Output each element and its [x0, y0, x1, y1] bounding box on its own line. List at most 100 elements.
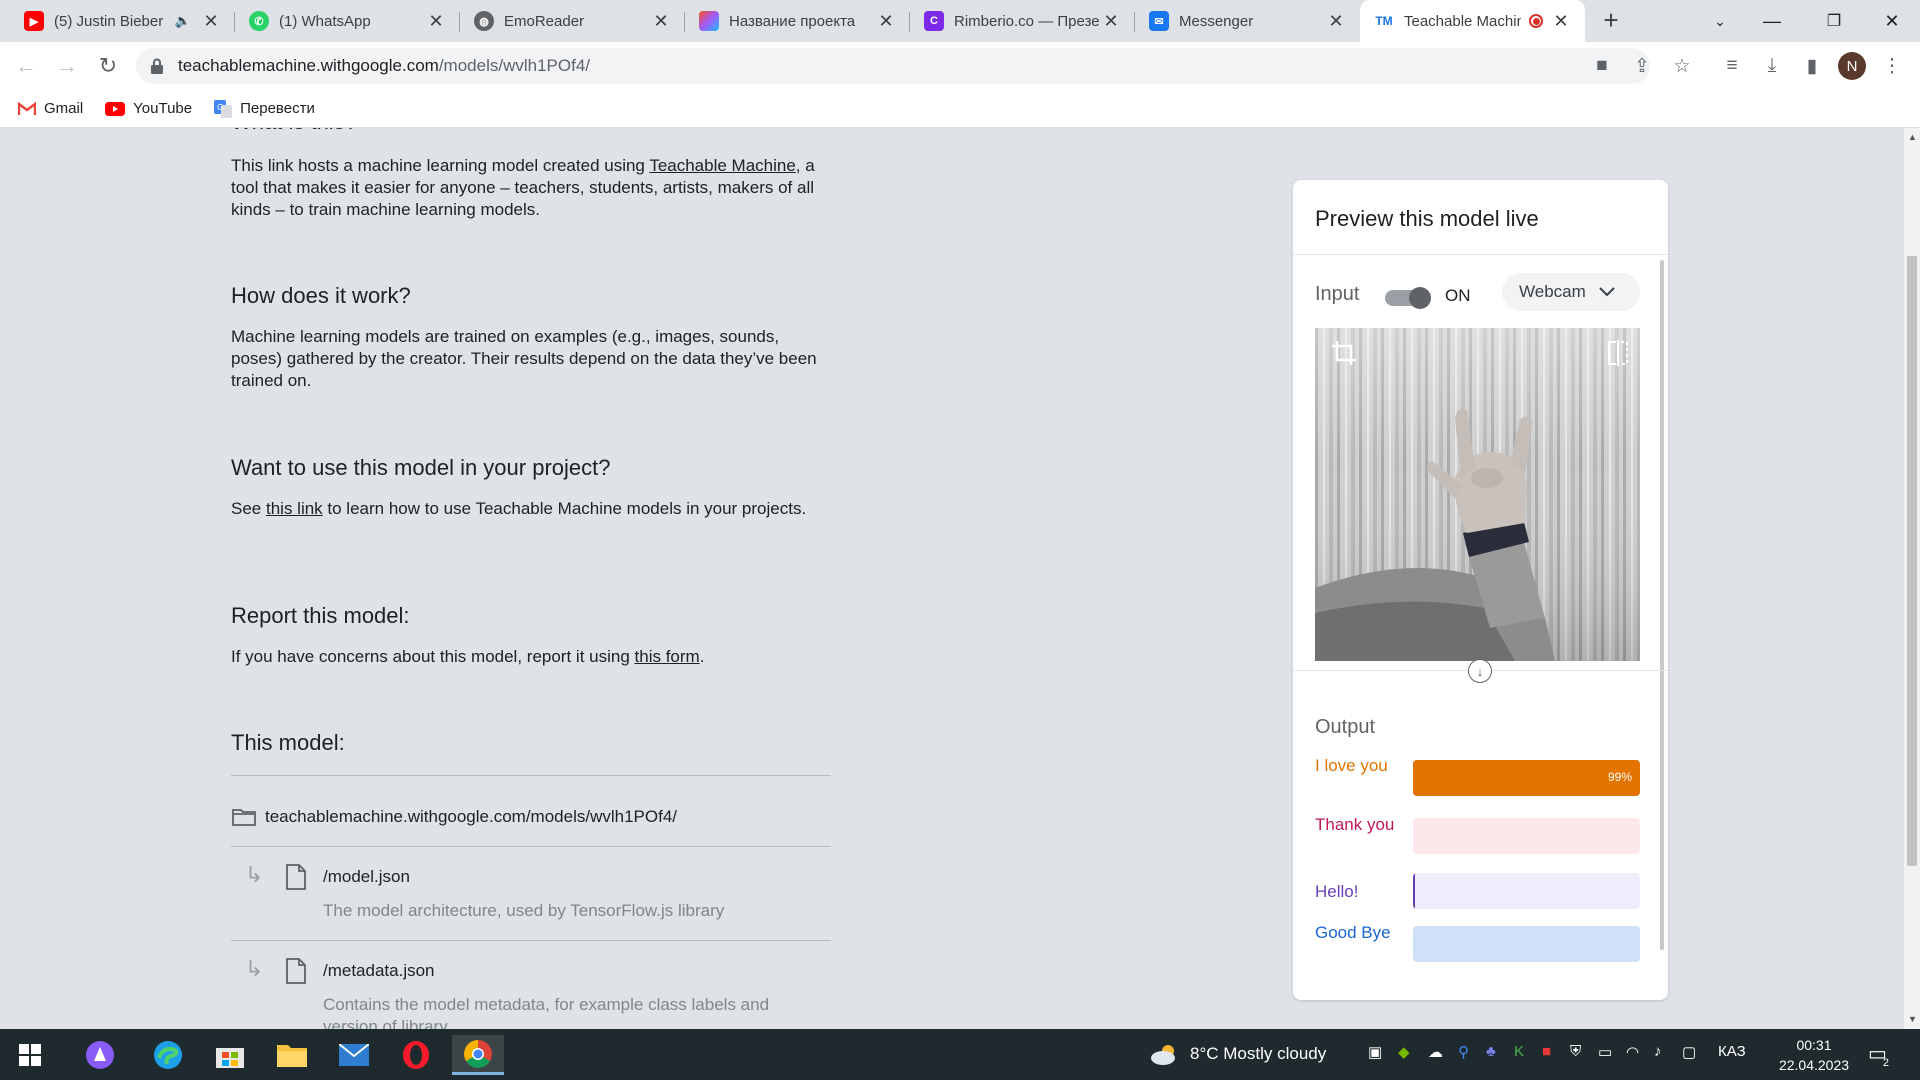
flip-camera-icon[interactable]: [1606, 340, 1630, 366]
youtube-icon: ▶: [24, 11, 44, 31]
profile-avatar[interactable]: N: [1838, 52, 1866, 80]
browser-toolbar: ← → ↻ teachablemachine.withgoogle.com/mo…: [0, 42, 1920, 90]
tab-messenger[interactable]: ✉ Messenger ✕: [1135, 0, 1360, 42]
input-source-select[interactable]: Webcam: [1502, 273, 1640, 311]
bookmark-youtube[interactable]: YouTube: [105, 100, 192, 117]
back-button[interactable]: ←: [10, 50, 42, 82]
tab-youtube[interactable]: ▶ (5) Justin Bieber - 🔈 ✕: [10, 0, 235, 42]
section-divider: [231, 775, 831, 776]
mail-icon[interactable]: [328, 1035, 380, 1075]
tab-emoreader[interactable]: ◍ EmoReader ✕: [460, 0, 685, 42]
tab-figma[interactable]: Название проекта ✕: [685, 0, 910, 42]
cloudy-weather-icon: [1151, 1045, 1175, 1065]
subdirectory-arrow-icon: ↳: [245, 862, 264, 887]
bookmark-translate[interactable]: G Перевести: [214, 99, 315, 118]
webcam-frame-image: [1315, 328, 1640, 661]
teachable-machine-link[interactable]: Teachable Machine: [649, 156, 795, 175]
windows-start-icon[interactable]: [4, 1035, 56, 1075]
screen-icon[interactable]: ▢: [1682, 1043, 1696, 1061]
close-tab-icon[interactable]: ✕: [1326, 11, 1346, 32]
security-app-icon[interactable]: ■: [1542, 1043, 1551, 1060]
new-tab-button[interactable]: +: [1596, 6, 1626, 36]
model-folder-row: teachablemachine.withgoogle.com/models/w…: [231, 806, 677, 828]
speaker-muted-icon[interactable]: 🔈: [175, 13, 191, 29]
tab-rimberio[interactable]: C Rimberio.co — Презе ✕: [910, 0, 1135, 42]
class-name: Thank you: [1315, 815, 1395, 834]
wifi-icon[interactable]: ◠: [1626, 1043, 1639, 1061]
close-tab-icon[interactable]: ✕: [201, 11, 221, 32]
notifications-icon[interactable]: ▭2: [1868, 1041, 1893, 1069]
microsoft-store-icon[interactable]: [204, 1035, 256, 1075]
preview-card: Preview this model live Input ON Webcam: [1293, 180, 1668, 1000]
app-tray-icon[interactable]: ▣: [1368, 1043, 1382, 1061]
svg-text:G: G: [217, 103, 223, 112]
preview-title: Preview this model live: [1315, 206, 1539, 231]
canva-icon: C: [924, 11, 944, 31]
forward-button[interactable]: →: [51, 50, 83, 82]
share-icon[interactable]: ⇪: [1626, 50, 1658, 82]
side-panel-icon[interactable]: ▮: [1796, 50, 1828, 82]
input-toggle[interactable]: [1385, 287, 1431, 309]
lock-icon[interactable]: [150, 58, 164, 74]
teachable-machine-icon: TM: [1374, 11, 1394, 31]
reload-button[interactable]: ↻: [92, 50, 124, 82]
close-window-button[interactable]: ✕: [1868, 0, 1916, 42]
restore-button[interactable]: ❐: [1810, 0, 1858, 42]
language-indicator[interactable]: КАЗ: [1718, 1043, 1746, 1060]
close-tab-icon[interactable]: ✕: [1101, 11, 1121, 32]
onedrive-icon[interactable]: ☁: [1428, 1043, 1443, 1061]
file-icon: [286, 864, 306, 890]
opera-browser-icon[interactable]: [390, 1035, 442, 1075]
card-scrollbar[interactable]: [1660, 260, 1664, 950]
confidence-bar: [1413, 926, 1640, 962]
minimize-button[interactable]: —: [1748, 0, 1796, 42]
file-explorer-icon[interactable]: [266, 1035, 318, 1075]
volume-icon[interactable]: ♪: [1654, 1043, 1662, 1060]
file-description: The model architecture, used by TensorFl…: [323, 901, 725, 920]
weather-widget[interactable]: 8°C Mostly cloudy: [1150, 1043, 1326, 1065]
crop-icon[interactable]: [1331, 340, 1357, 366]
media-controls-icon[interactable]: ≡: [1716, 50, 1748, 82]
class-name: Hello!: [1315, 882, 1359, 901]
how-paragraph: Machine learning models are trained on e…: [231, 327, 817, 390]
scrollbar-thumb[interactable]: [1907, 256, 1917, 866]
confidence-bar: 99%: [1413, 760, 1640, 796]
close-tab-icon[interactable]: ✕: [426, 11, 446, 32]
model-folder-path: teachablemachine.withgoogle.com/models/w…: [265, 807, 678, 826]
close-tab-icon[interactable]: ✕: [876, 11, 896, 32]
nvidia-icon[interactable]: ◆: [1398, 1043, 1410, 1061]
what-paragraph: This link hosts a machine learning model…: [231, 156, 815, 219]
more-menu-icon[interactable]: ⋮: [1876, 50, 1908, 82]
tab-whatsapp[interactable]: ✆ (1) WhatsApp ✕: [235, 0, 460, 42]
location-icon[interactable]: ⚲: [1458, 1043, 1469, 1061]
figma-icon: [699, 11, 719, 31]
download-icon[interactable]: ⤓: [1756, 50, 1788, 82]
tab-search-chevron-icon[interactable]: ⌄: [1696, 0, 1744, 42]
whatsapp-icon: ✆: [249, 11, 269, 31]
bookmark-gmail[interactable]: Gmail: [18, 100, 83, 117]
close-tab-icon[interactable]: ✕: [1551, 11, 1571, 32]
bookmark-star-icon[interactable]: ☆: [1666, 50, 1698, 82]
scroll-down-arrow-icon[interactable]: ▼: [1908, 1014, 1917, 1024]
alice-assistant-icon[interactable]: [74, 1035, 126, 1075]
export-arrow-down-icon[interactable]: ↓: [1468, 659, 1492, 683]
section-divider: [231, 846, 831, 847]
url-host: teachablemachine.withgoogle.com: [178, 56, 439, 75]
shield-icon[interactable]: ⛨: [1570, 1043, 1581, 1060]
kaspersky-icon[interactable]: K: [1514, 1043, 1524, 1060]
battery-icon[interactable]: ▭: [1598, 1043, 1612, 1061]
chrome-browser-icon[interactable]: [452, 1035, 504, 1075]
messenger-icon: ✉: [1149, 11, 1169, 31]
page-scrollbar[interactable]: ▲ ▼: [1904, 128, 1920, 1029]
edge-browser-icon[interactable]: [142, 1035, 194, 1075]
system-clock[interactable]: 00:31 22.04.2023: [1774, 1035, 1854, 1075]
url-path: /models/wvlh1POf4/: [438, 56, 591, 75]
this-link[interactable]: this link: [266, 499, 323, 518]
tab-teachable-machine[interactable]: TM Teachable Machin ✕: [1360, 0, 1585, 42]
teams-icon[interactable]: ♣: [1486, 1043, 1496, 1060]
scroll-up-arrow-icon[interactable]: ▲: [1908, 132, 1917, 142]
close-tab-icon[interactable]: ✕: [651, 11, 671, 32]
camera-in-use-icon[interactable]: ■: [1586, 50, 1618, 82]
address-bar[interactable]: teachablemachine.withgoogle.com/models/w…: [136, 48, 1650, 84]
report-form-link[interactable]: this form: [635, 647, 700, 666]
